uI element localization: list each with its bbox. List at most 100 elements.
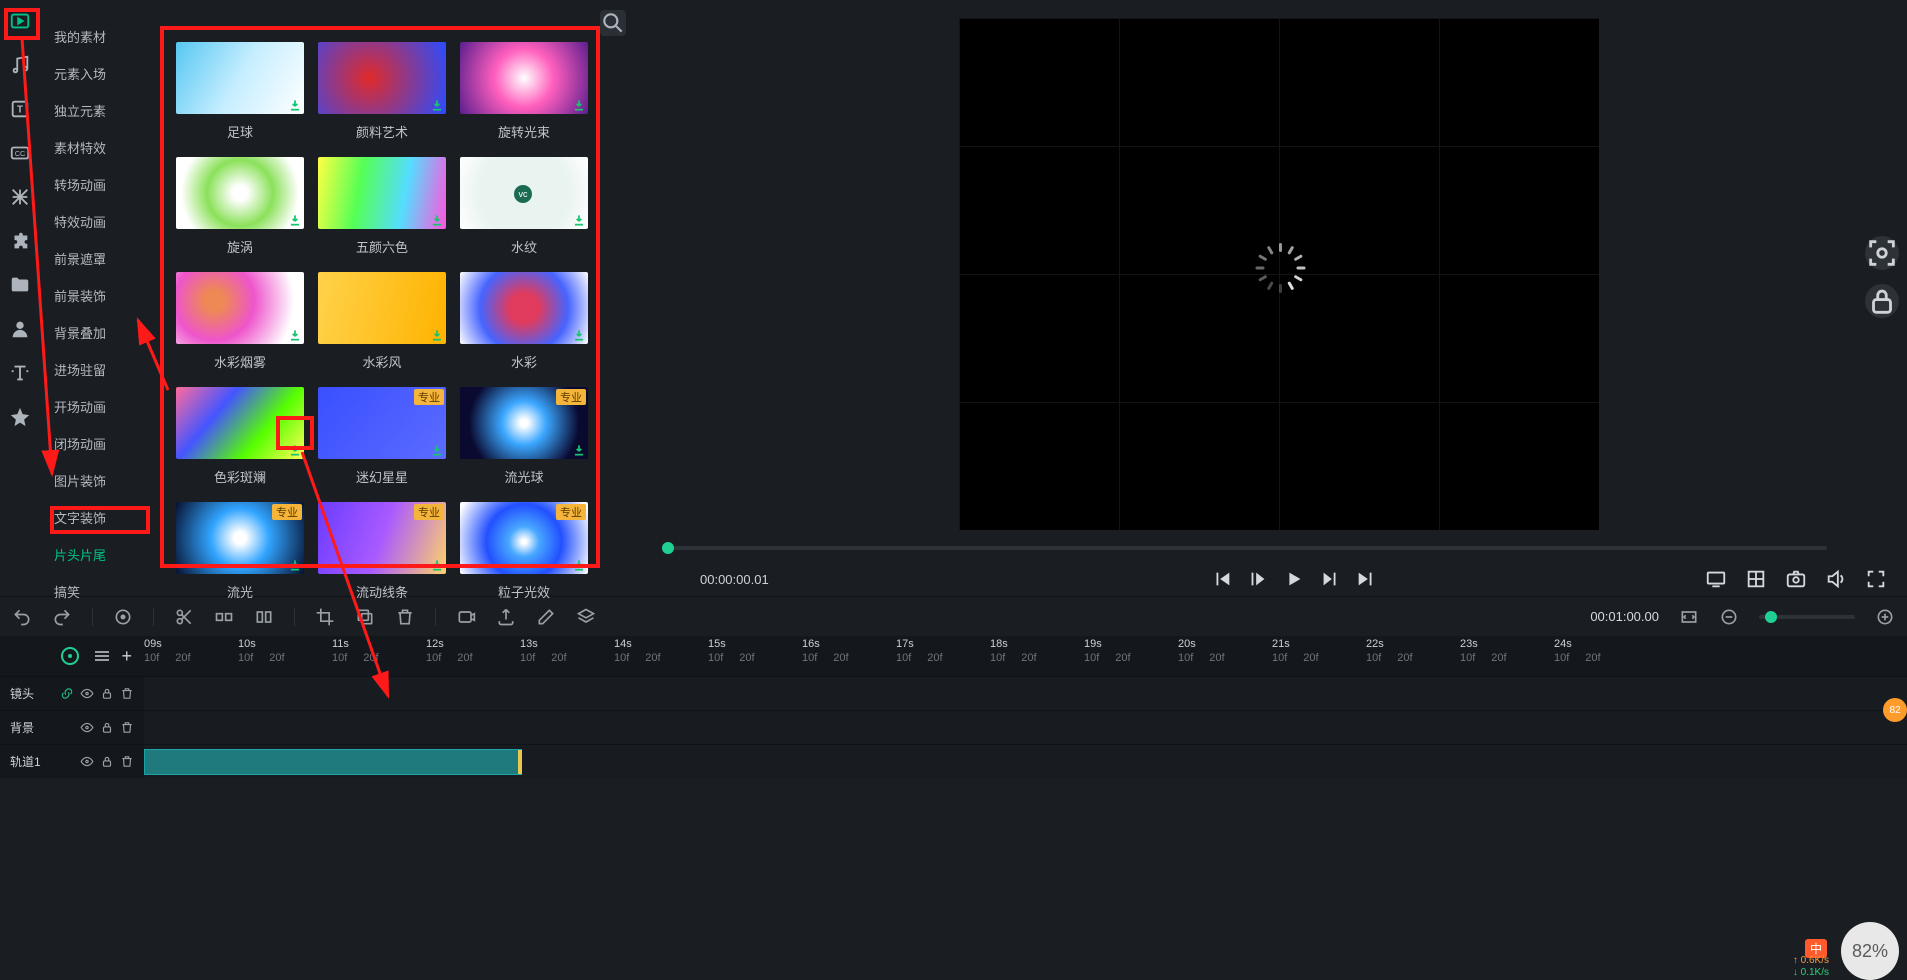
category-item[interactable]: 前景装饰 [40,277,158,314]
goto-end-button[interactable] [1355,568,1377,590]
lock-icon[interactable] [100,719,114,736]
play-button[interactable] [1283,568,1305,590]
download-icon[interactable] [572,98,586,112]
category-item[interactable]: 背景叠加 [40,314,158,351]
trash-icon[interactable] [120,753,134,770]
text-icon[interactable]: T [9,98,31,120]
asset-thumbnail[interactable]: 专业 迷幻星星 [318,387,446,486]
track-menu-button[interactable] [95,655,109,657]
download-icon[interactable] [572,558,586,572]
download-icon[interactable] [572,213,586,227]
category-item[interactable]: 开场动画 [40,388,158,425]
volume-button[interactable] [1825,568,1847,590]
keyframe-indicator[interactable] [61,647,79,665]
align-button[interactable] [254,607,274,627]
focus-button[interactable] [1865,236,1899,270]
asset-thumbnail[interactable]: 水彩烟雾 [176,272,304,371]
snapshot-button[interactable] [1785,568,1807,590]
timeline-clip[interactable] [144,749,522,775]
prev-frame-button[interactable] [1247,568,1269,590]
category-item[interactable]: 元素入场 [40,55,158,92]
add-track-button[interactable]: + [121,646,132,667]
redo-button[interactable] [52,607,72,627]
track-header[interactable]: 镜头 [0,685,144,702]
download-icon[interactable] [288,213,302,227]
next-frame-button[interactable] [1319,568,1341,590]
search-button[interactable] [600,10,626,36]
trash-icon[interactable] [120,685,134,702]
star-icon[interactable] [9,406,31,428]
download-icon[interactable] [430,443,444,457]
download-icon[interactable] [288,558,302,572]
asset-thumbnail[interactable]: 水彩 [460,272,588,371]
record-button[interactable] [456,607,476,627]
download-icon[interactable] [572,328,586,342]
delete-button[interactable] [395,607,415,627]
download-icon[interactable] [288,443,302,457]
category-item[interactable]: 片头片尾 [40,536,158,573]
cc-icon[interactable]: CC [9,142,31,164]
asset-thumbnail[interactable]: 旋涡 [176,157,304,256]
pattern-icon[interactable] [9,186,31,208]
screen-button[interactable] [1705,568,1727,590]
fullscreen-button[interactable] [1865,568,1887,590]
category-item[interactable]: 独立元素 [40,92,158,129]
asset-thumbnail[interactable]: 五颜六色 [318,157,446,256]
category-item[interactable]: 素材特效 [40,129,158,166]
category-item[interactable]: 前景遮罩 [40,240,158,277]
category-item[interactable]: 转场动画 [40,166,158,203]
download-icon[interactable] [430,98,444,112]
edit-button[interactable] [536,607,556,627]
eye-icon[interactable] [80,753,94,770]
folder-icon[interactable] [9,274,31,296]
link-icon[interactable] [60,685,74,702]
zoom-out-button[interactable] [1719,607,1739,627]
typography-icon[interactable] [9,362,31,384]
eye-icon[interactable] [80,719,94,736]
asset-thumbnail[interactable]: 足球 [176,42,304,141]
lock-icon[interactable] [100,685,114,702]
asset-thumbnail[interactable]: 专业 粒子光效 [460,502,588,601]
preview-viewport[interactable] [959,18,1599,530]
category-item[interactable]: 搞笑 [40,573,158,610]
track-header[interactable]: 背景 [0,719,144,736]
asset-thumbnail[interactable]: 水彩风 [318,272,446,371]
category-item[interactable]: 进场驻留 [40,351,158,388]
asset-thumbnail[interactable]: vc 水纹 [460,157,588,256]
copy-button[interactable] [355,607,375,627]
track-header[interactable]: 轨道1 [0,753,144,770]
download-icon[interactable] [430,558,444,572]
timeline-ruler[interactable]: 09s10f20f10s10f20f11s10f20f12s10f20f13s1… [144,638,1907,674]
category-item[interactable]: 文字装饰 [40,499,158,536]
lock-icon[interactable] [100,753,114,770]
download-icon[interactable] [288,98,302,112]
puzzle-icon[interactable] [9,230,31,252]
download-icon[interactable] [430,213,444,227]
track-lane[interactable] [144,745,1907,778]
person-icon[interactable] [9,318,31,340]
media-icon[interactable] [9,10,31,32]
category-item[interactable]: 图片装饰 [40,462,158,499]
zoom-in-button[interactable] [1875,607,1895,627]
track-lane[interactable] [144,677,1907,710]
undo-button[interactable] [12,607,32,627]
asset-thumbnail[interactable]: 旋转光束 [460,42,588,141]
goto-start-button[interactable] [1211,568,1233,590]
split-button[interactable] [174,607,194,627]
download-icon[interactable] [288,328,302,342]
asset-thumbnail[interactable]: 专业 流光球 [460,387,588,486]
notification-badge[interactable]: 82 [1883,698,1907,722]
category-item[interactable]: 我的素材 [40,18,158,55]
fit-button[interactable] [1679,607,1699,627]
seek-bar[interactable] [662,546,1827,550]
export-button[interactable] [496,607,516,627]
marker-button[interactable] [113,607,133,627]
grid-button[interactable] [1745,568,1767,590]
crop-button[interactable] [315,607,335,627]
asset-thumbnail[interactable]: 颜料艺术 [318,42,446,141]
category-item[interactable]: 闭场动画 [40,425,158,462]
download-icon[interactable] [572,443,586,457]
layers-button[interactable] [576,607,596,627]
track-lane[interactable] [144,711,1907,744]
zoom-slider[interactable] [1759,615,1855,619]
